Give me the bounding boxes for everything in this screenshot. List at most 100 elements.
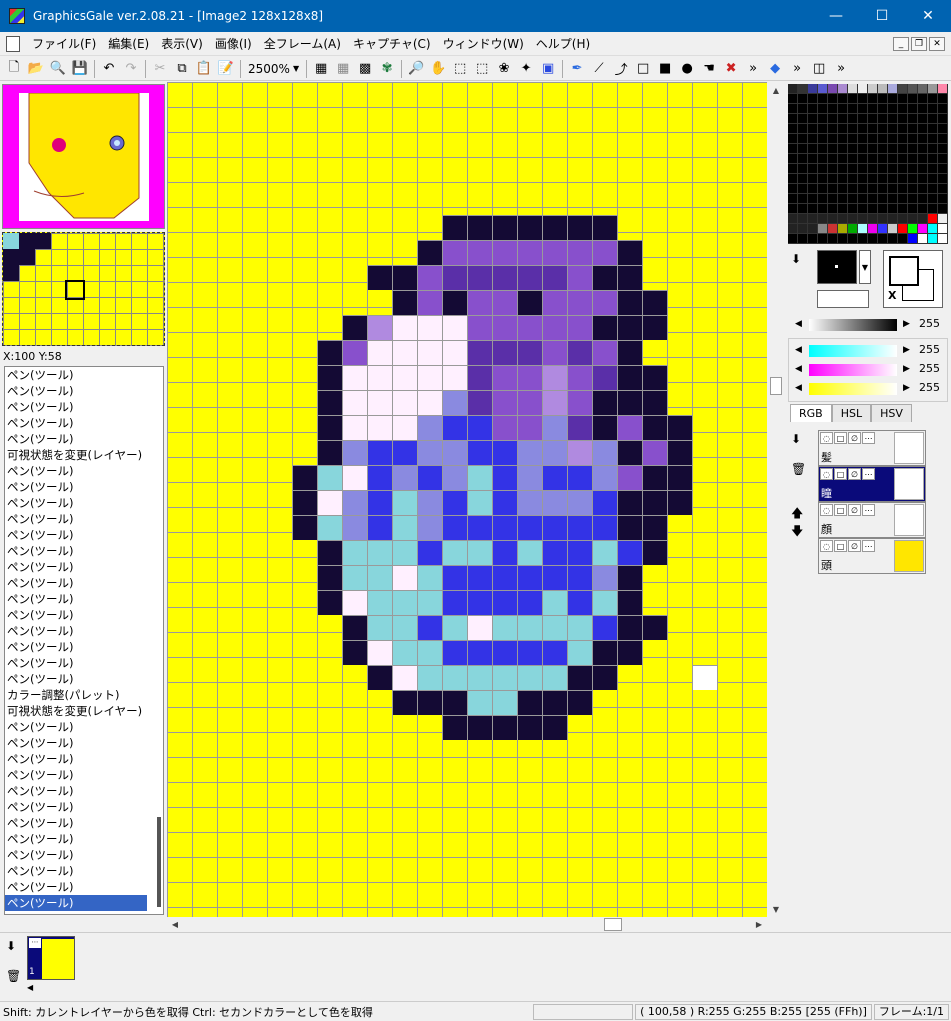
palette-color[interactable] <box>898 84 908 94</box>
palette-color[interactable] <box>868 234 878 244</box>
palette-color[interactable] <box>908 234 918 244</box>
history-item[interactable]: ペン(ツール) <box>5 863 163 879</box>
menu-window[interactable]: ウィンドウ(W) <box>437 35 530 52</box>
palette-color[interactable] <box>828 84 838 94</box>
palette-color[interactable] <box>928 84 938 94</box>
history-item[interactable]: ペン(ツール) <box>5 895 147 911</box>
palette-color[interactable] <box>788 194 798 204</box>
palette-color[interactable] <box>898 104 908 114</box>
palette-color[interactable] <box>898 194 908 204</box>
layer-item-head[interactable]: ◌ □ ∅ ⋯ 頭 <box>818 538 926 574</box>
palette-color[interactable] <box>828 154 838 164</box>
palette-color[interactable] <box>888 114 898 124</box>
palette-color[interactable] <box>938 194 948 204</box>
history-item[interactable]: カラー調整(パレット) <box>5 687 163 703</box>
scroll-right-icon[interactable]: ▶ <box>751 917 767 932</box>
palette-color[interactable] <box>828 174 838 184</box>
palette-color[interactable] <box>888 104 898 114</box>
history-item[interactable]: ペン(ツール) <box>5 623 163 639</box>
palette-color[interactable] <box>868 94 878 104</box>
arrow-down-icon[interactable]: ⬇ <box>791 252 801 266</box>
palette-color[interactable] <box>898 154 908 164</box>
palette-color[interactable] <box>928 204 938 214</box>
zoom-dropdown[interactable]: 2500% ▼ <box>244 62 303 76</box>
palette-color[interactable] <box>828 114 838 124</box>
palette-color[interactable] <box>938 164 948 174</box>
palette-color[interactable] <box>808 114 818 124</box>
palette-color[interactable] <box>908 164 918 174</box>
history-item[interactable]: ペン(ツール) <box>5 367 163 383</box>
palette-color[interactable] <box>838 164 848 174</box>
palette-color[interactable] <box>798 234 808 244</box>
lasso-select-icon[interactable]: ⬚ <box>471 58 493 80</box>
palette-color[interactable] <box>918 164 928 174</box>
palette-color[interactable] <box>828 234 838 244</box>
palette-color[interactable] <box>798 224 808 234</box>
transparency-icon[interactable]: ∅ <box>848 540 861 552</box>
palette-color[interactable] <box>878 204 888 214</box>
palette-color[interactable] <box>878 174 888 184</box>
arrow-down-icon[interactable]: ⬇ <box>6 939 16 953</box>
palette-color[interactable] <box>908 184 918 194</box>
palette-color[interactable] <box>818 94 828 104</box>
palette-color[interactable] <box>788 214 798 224</box>
palette-color[interactable] <box>878 184 888 194</box>
more-icon[interactable]: ⋯ <box>862 468 875 480</box>
history-item[interactable]: ペン(ツール) <box>5 383 163 399</box>
palette-color[interactable] <box>878 94 888 104</box>
palette-color[interactable] <box>868 124 878 134</box>
palette-color[interactable] <box>798 194 808 204</box>
overflow-chevron-icon[interactable]: » <box>742 58 764 80</box>
scroll-left-icon[interactable]: ◀ <box>167 917 183 932</box>
palette-color[interactable] <box>798 154 808 164</box>
palette-color[interactable] <box>878 234 888 244</box>
palette-color[interactable] <box>828 184 838 194</box>
close-button[interactable]: ✕ <box>905 0 951 32</box>
palette-color[interactable] <box>828 124 838 134</box>
palette-color[interactable] <box>808 224 818 234</box>
palette-color[interactable] <box>918 144 928 154</box>
palette-color[interactable] <box>898 204 908 214</box>
history-item[interactable]: ペン(ツール) <box>5 431 163 447</box>
grid-icon[interactable]: ▦ <box>310 58 332 80</box>
history-item[interactable]: ペン(ツール) <box>5 415 163 431</box>
palette-color[interactable] <box>898 214 908 224</box>
palette-color[interactable] <box>808 144 818 154</box>
history-item[interactable]: ペン(ツール) <box>5 543 163 559</box>
palette-color[interactable] <box>818 234 828 244</box>
palette-color[interactable] <box>898 234 908 244</box>
palette-color[interactable] <box>788 154 798 164</box>
palette-color[interactable] <box>888 154 898 164</box>
palette-color[interactable] <box>888 164 898 174</box>
paste-special-icon[interactable]: 📝 <box>215 58 237 80</box>
palette-color[interactable] <box>858 104 868 114</box>
palette-color[interactable] <box>848 124 858 134</box>
palette-color[interactable] <box>798 94 808 104</box>
palette-color[interactable] <box>918 204 928 214</box>
palette-color[interactable] <box>818 154 828 164</box>
palette-color[interactable] <box>908 204 918 214</box>
menu-image[interactable]: 画像(I) <box>209 35 258 52</box>
palette-color[interactable] <box>818 204 828 214</box>
layer-item-hair[interactable]: ◌ □ ∅ ⋯ 髪 <box>818 430 926 466</box>
palette-color[interactable] <box>928 184 938 194</box>
palette-color[interactable] <box>858 114 868 124</box>
palette-color[interactable] <box>928 174 938 184</box>
palette-color[interactable] <box>798 124 808 134</box>
palette-color[interactable] <box>928 134 938 144</box>
menu-view[interactable]: 表示(V) <box>155 35 209 52</box>
palette-color[interactable] <box>848 204 858 214</box>
palette-color[interactable] <box>868 174 878 184</box>
palette-color[interactable] <box>788 144 798 154</box>
redo-icon[interactable]: ↷ <box>120 58 142 80</box>
transparency-icon[interactable]: ∅ <box>848 468 861 480</box>
palette-color[interactable] <box>928 194 938 204</box>
palette-color[interactable] <box>838 204 848 214</box>
palette-color[interactable] <box>858 144 868 154</box>
palette-color[interactable] <box>818 184 828 194</box>
trash-icon[interactable]: 🗑 <box>6 969 21 983</box>
palette-color[interactable] <box>898 144 908 154</box>
color-palette[interactable] <box>788 84 948 244</box>
palette-color[interactable] <box>798 214 808 224</box>
palette-color[interactable] <box>828 94 838 104</box>
